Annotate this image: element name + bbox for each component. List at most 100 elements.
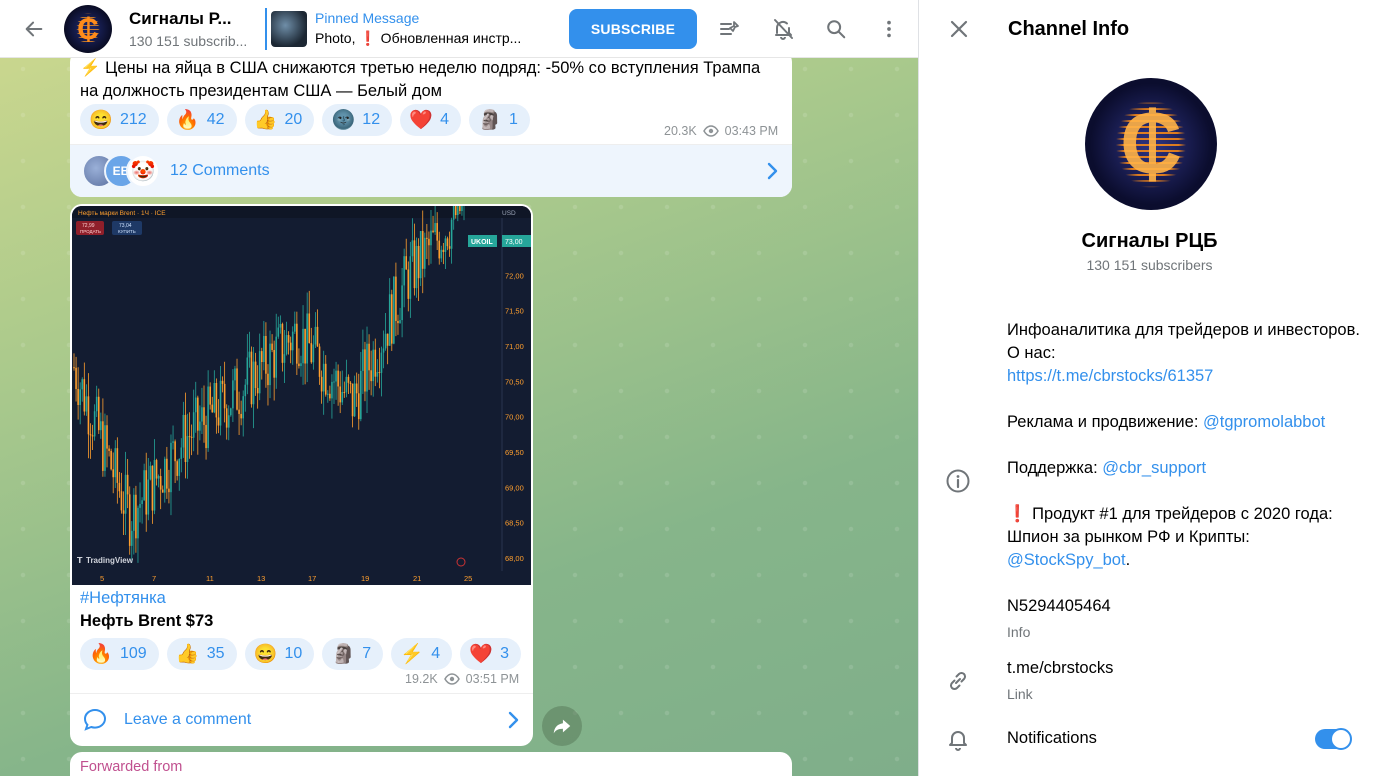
reaction-chip[interactable]: 😄 10: [244, 638, 315, 670]
reaction-chip[interactable]: 🗿 1: [469, 104, 530, 136]
tradingview-watermark: TradingView: [86, 556, 134, 565]
candle-body: [246, 357, 249, 385]
reaction-chip[interactable]: 😄 212: [80, 104, 159, 136]
info-value[interactable]: N5294405464: [1007, 597, 1111, 616]
candle-body: [244, 384, 247, 397]
close-button[interactable]: [939, 9, 979, 49]
channel-avatar[interactable]: ₵: [64, 4, 112, 53]
more-button[interactable]: [869, 9, 909, 49]
reaction-emoji: 🔥: [89, 644, 113, 665]
reaction-chip[interactable]: 🔥 109: [80, 638, 159, 670]
reaction-count: 42: [206, 111, 225, 128]
candle-body: [269, 343, 271, 386]
reaction-count: 10: [284, 645, 303, 662]
candle-body: [401, 285, 403, 321]
reactions-row: 😄 212 🔥 42 👍 20 🌚 12 ❤️ 4 🗿 1: [80, 104, 530, 136]
reaction-chip[interactable]: 🌚 12: [322, 104, 393, 136]
pin-list-icon: [720, 20, 739, 35]
candle-body: [397, 320, 399, 324]
reaction-chip[interactable]: ❤️ 3: [460, 638, 522, 670]
arrow-left-icon: [25, 21, 43, 36]
candle-body: [95, 396, 98, 412]
candle-body: [176, 461, 178, 476]
product-tail: .: [1125, 551, 1131, 569]
candle-body: [378, 372, 381, 374]
candle-body: [102, 421, 104, 471]
candle-body: [291, 331, 294, 351]
candle-body: [207, 386, 209, 449]
candle-body: [446, 238, 449, 247]
candle-body: [353, 383, 356, 417]
mute-button[interactable]: [763, 9, 803, 49]
support-link[interactable]: @cbr_support: [1102, 459, 1206, 477]
candle-body: [170, 442, 172, 493]
comments-button[interactable]: EB 🤡 12 Comments: [70, 144, 792, 197]
candle-body: [452, 206, 455, 220]
candle-body: [263, 336, 265, 363]
candle-body: [209, 386, 211, 405]
candle-body: [110, 450, 112, 470]
candle-body: [421, 231, 424, 269]
channel-avatar-large[interactable]: ₵: [1085, 78, 1217, 210]
candle-body: [310, 343, 313, 363]
chart-image[interactable]: Нефть марки Brent · 1Ч · ICE USD 72,99 П…: [72, 206, 531, 585]
candle-body: [415, 245, 418, 289]
candle-body: [100, 421, 102, 431]
candle-body: [403, 256, 405, 286]
candle-body: [126, 474, 129, 495]
candle-body: [355, 383, 358, 394]
y-tick-label: 69,00: [505, 483, 524, 492]
pinned-message[interactable]: Pinned Message Photo, ❗ Обновленная инст…: [265, 7, 551, 50]
candle-body: [390, 294, 393, 344]
reactions-row: 🔥 109 👍 35 😄 10 🗿 7 ⚡ 4 ❤️ 3: [80, 638, 522, 670]
leave-comment-button[interactable]: Leave a comment: [70, 693, 533, 746]
close-icon: [950, 20, 968, 38]
reaction-emoji: ⚡: [400, 644, 425, 665]
candle-body: [329, 393, 331, 399]
channel-link[interactable]: t.me/cbrstocks: [1007, 659, 1113, 678]
candle-body: [120, 491, 123, 511]
candle-body: [426, 237, 428, 239]
message-time: 03:43 PM: [724, 124, 779, 138]
reaction-emoji: 👍: [253, 110, 278, 131]
channel-title-block[interactable]: Сигналы Р... 130 151 subscrib...: [129, 9, 259, 49]
reaction-chip[interactable]: 🔥 42: [166, 104, 237, 136]
chat-area: ₵ Сигналы Р... 130 151 subscrib... Pinne…: [0, 0, 918, 776]
candle-body: [75, 367, 77, 389]
candle-body: [153, 460, 156, 511]
candle-body: [339, 386, 341, 403]
product-link[interactable]: @StockSpy_bot: [1007, 551, 1126, 569]
about-link[interactable]: https://t.me/cbrstocks/61357: [1007, 367, 1213, 385]
reaction-chip[interactable]: 🗿 7: [322, 638, 384, 670]
x-tick-label: 5: [100, 574, 104, 583]
search-button[interactable]: [816, 9, 856, 49]
reaction-chip[interactable]: 👍 20: [244, 104, 315, 136]
info-label: Info: [1007, 624, 1031, 640]
hashtag-link[interactable]: #Нефтянка: [80, 589, 166, 608]
notifications-label: Notifications: [1007, 729, 1097, 747]
reaction-chip[interactable]: ❤️ 4: [400, 104, 461, 136]
candle-body: [341, 391, 344, 403]
candle-body: [409, 256, 412, 299]
reaction-chip[interactable]: 👍 35: [166, 638, 237, 670]
candle-body: [197, 397, 199, 431]
candle-body: [322, 363, 325, 392]
pinned-list-button[interactable]: [710, 9, 750, 49]
candle-body: [364, 349, 366, 392]
candle-body: [457, 206, 459, 216]
promo-link[interactable]: @tgpromolabbot: [1203, 413, 1325, 431]
chart-currency: USD: [502, 210, 516, 217]
reaction-chip[interactable]: ⚡ 4: [391, 638, 453, 670]
candle-body: [287, 335, 290, 343]
candle-body: [190, 436, 193, 438]
subscribe-button[interactable]: SUBSCRIBE: [569, 8, 697, 49]
forwarded-label: Forwarded from: [80, 759, 183, 775]
back-button[interactable]: [12, 7, 56, 51]
notifications-toggle[interactable]: [1315, 728, 1352, 750]
eye-icon: [443, 673, 460, 685]
candle-body: [97, 396, 100, 431]
share-button[interactable]: [542, 706, 582, 746]
y-tick-label: 72,00: [505, 271, 524, 280]
candle-body: [337, 370, 339, 387]
reaction-count: 4: [431, 645, 441, 662]
